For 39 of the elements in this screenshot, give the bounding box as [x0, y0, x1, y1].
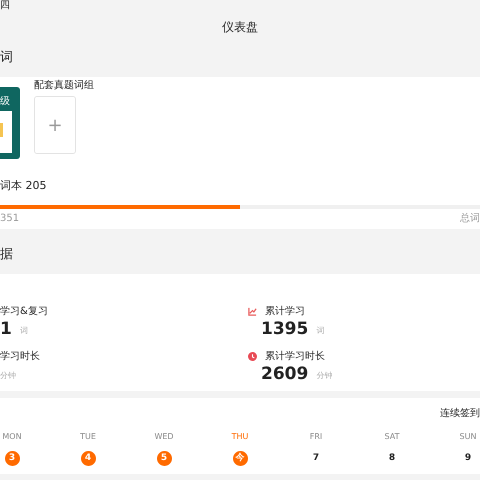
streak-label: 连续签到 — [440, 406, 480, 421]
stat-label: 累计学习时长 — [265, 350, 325, 364]
stat-value: 2609 — [261, 364, 308, 384]
day-date: 今 — [232, 451, 248, 466]
book-title: 级 — [0, 97, 11, 107]
weekday-label: SAT — [384, 431, 400, 443]
book-label: 配套真题词组 — [34, 80, 94, 92]
weekday-label: MON — [1, 431, 23, 443]
stat-value: 1395 — [261, 319, 308, 339]
weekday-label: TUE — [79, 431, 97, 443]
page-title: 仪表盘 — [222, 20, 258, 34]
clock-icon — [248, 352, 257, 361]
day-date: 8 — [388, 452, 396, 465]
day-date: 7 — [312, 452, 320, 465]
learned-count: 351 — [0, 212, 20, 226]
day-date: 9 — [464, 452, 472, 465]
section-heading: 据 — [0, 247, 13, 262]
add-book-button[interactable]: + — [34, 96, 76, 154]
weekday-text: 四 — [0, 0, 10, 11]
stat-value: 1 — [0, 319, 12, 339]
stat-unit: 分钟 — [316, 370, 332, 382]
day-date: 3 — [4, 451, 20, 466]
wordbook-count: 词本 205 — [0, 179, 46, 192]
stat-unit: 分钟 — [0, 370, 16, 382]
stat-label: 学习&复习 — [0, 305, 48, 319]
stat-unit: 词 — [316, 325, 324, 337]
weekday-label: WED — [153, 431, 175, 443]
day-date: 5 — [156, 451, 172, 466]
day-date: 4 — [80, 451, 96, 466]
stat-unit: 词 — [20, 325, 28, 337]
weekday-label: THU — [230, 431, 250, 443]
chart-icon — [248, 307, 257, 316]
stat-label: 累计学习 — [265, 304, 305, 319]
stat-label: 学习时长 — [0, 350, 40, 364]
total-label: 总词 — [460, 212, 480, 226]
section-heading: 词 — [0, 50, 13, 65]
weekday-label: FRI — [308, 431, 324, 443]
cover-drawing — [0, 111, 12, 153]
weekday-label: SUN — [458, 431, 478, 443]
